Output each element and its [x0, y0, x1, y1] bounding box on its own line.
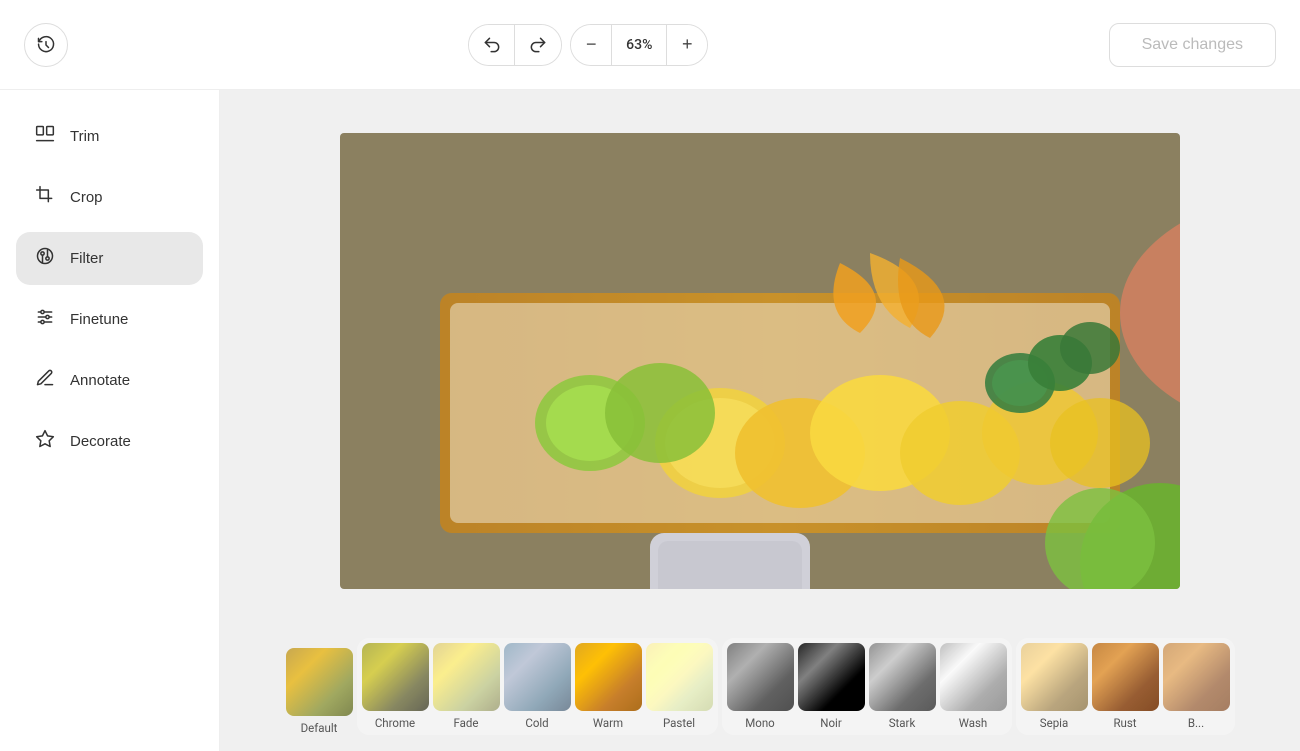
- redo-button[interactable]: [515, 25, 561, 65]
- filter-label-cold: Cold: [525, 716, 548, 730]
- sidebar-item-trim[interactable]: Trim: [16, 110, 203, 163]
- filter-item-cold[interactable]: Cold: [504, 643, 571, 730]
- annotate-icon: [34, 368, 56, 393]
- undo-redo-group: [468, 24, 562, 66]
- filter-group-vintage: Sepia Rust B...: [1016, 638, 1235, 735]
- canvas-area: Default Chrome Fade Cold: [220, 90, 1300, 751]
- zoom-in-button[interactable]: +: [667, 25, 707, 65]
- filter-item-pastel[interactable]: Pastel: [646, 643, 713, 730]
- undo-button[interactable]: [469, 25, 515, 65]
- decorate-icon: [34, 429, 56, 454]
- sidebar-item-trim-label: Trim: [70, 128, 99, 145]
- main-image: [340, 133, 1180, 589]
- filter-thumb-b: [1163, 643, 1230, 711]
- filter-label-default: Default: [301, 721, 338, 735]
- save-changes-button[interactable]: Save changes: [1109, 23, 1276, 67]
- filter-thumb-chrome: [362, 643, 429, 711]
- filter-label-fade: Fade: [453, 716, 478, 730]
- filter-item-fade[interactable]: Fade: [433, 643, 500, 730]
- filter-label-chrome: Chrome: [375, 716, 415, 730]
- zoom-group: − 63% +: [570, 24, 708, 66]
- sidebar-item-filter[interactable]: Filter: [16, 232, 203, 285]
- finetune-icon: [34, 307, 56, 332]
- filter-thumb-pastel: [646, 643, 713, 711]
- filter-label-noir: Noir: [820, 716, 841, 730]
- sidebar-item-decorate-label: Decorate: [70, 433, 131, 450]
- main-area: Trim Crop Filter: [0, 90, 1300, 751]
- filter-label-stark: Stark: [889, 716, 916, 730]
- filter-item-stark[interactable]: Stark: [869, 643, 936, 730]
- filter-icon: [34, 246, 56, 271]
- filter-item-b[interactable]: B...: [1163, 643, 1230, 730]
- filter-item-wash[interactable]: Wash: [940, 643, 1007, 730]
- filter-item-rust[interactable]: Rust: [1092, 643, 1159, 730]
- filter-item-mono[interactable]: Mono: [727, 643, 794, 730]
- filter-item-sepia[interactable]: Sepia: [1021, 643, 1088, 730]
- filter-thumb-cold: [504, 643, 571, 711]
- filter-thumb-warm: [575, 643, 642, 711]
- filter-label-b: B...: [1188, 716, 1204, 730]
- filter-label-warm: Warm: [593, 716, 623, 730]
- crop-icon: [34, 185, 56, 210]
- filter-strip: Default Chrome Fade Cold: [220, 632, 1300, 751]
- header: − 63% + Save changes: [0, 0, 1300, 90]
- sidebar-item-crop-label: Crop: [70, 189, 103, 206]
- image-container: [320, 90, 1200, 632]
- filter-thumb-mono: [727, 643, 794, 711]
- history-button[interactable]: [24, 23, 68, 67]
- filter-item-chrome[interactable]: Chrome: [362, 643, 429, 730]
- filter-thumb-rust: [1092, 643, 1159, 711]
- filter-label-pastel: Pastel: [663, 716, 695, 730]
- sidebar-item-crop[interactable]: Crop: [16, 171, 203, 224]
- filter-thumb-noir: [798, 643, 865, 711]
- sidebar-item-annotate[interactable]: Annotate: [16, 354, 203, 407]
- filter-thumb-wash: [940, 643, 1007, 711]
- sidebar-item-filter-label: Filter: [70, 250, 103, 267]
- filter-label-wash: Wash: [959, 716, 988, 730]
- sidebar-item-finetune[interactable]: Finetune: [16, 293, 203, 346]
- filter-label-sepia: Sepia: [1040, 716, 1068, 730]
- filter-item-default[interactable]: Default: [286, 648, 353, 735]
- filter-thumb-sepia: [1021, 643, 1088, 711]
- filter-item-noir[interactable]: Noir: [798, 643, 865, 730]
- filter-group-bw: Mono Noir Stark Wash: [722, 638, 1012, 735]
- header-center: − 63% +: [468, 24, 708, 66]
- zoom-value: 63%: [611, 25, 667, 65]
- trim-icon: [34, 124, 56, 149]
- filter-scroll: Default Chrome Fade Cold: [284, 632, 1237, 741]
- zoom-out-button[interactable]: −: [571, 25, 611, 65]
- sidebar-item-finetune-label: Finetune: [70, 311, 128, 328]
- filter-thumb-stark: [869, 643, 936, 711]
- filter-group-color: Chrome Fade Cold Warm: [357, 638, 718, 735]
- filter-thumb-fade: [433, 643, 500, 711]
- sidebar-item-annotate-label: Annotate: [70, 372, 130, 389]
- header-left: [24, 23, 68, 67]
- filter-label-rust: Rust: [1113, 716, 1136, 730]
- filter-item-warm[interactable]: Warm: [575, 643, 642, 730]
- filter-label-mono: Mono: [745, 716, 775, 730]
- filter-thumb-default: [286, 648, 353, 716]
- sidebar-item-decorate[interactable]: Decorate: [16, 415, 203, 468]
- sidebar: Trim Crop Filter: [0, 90, 220, 751]
